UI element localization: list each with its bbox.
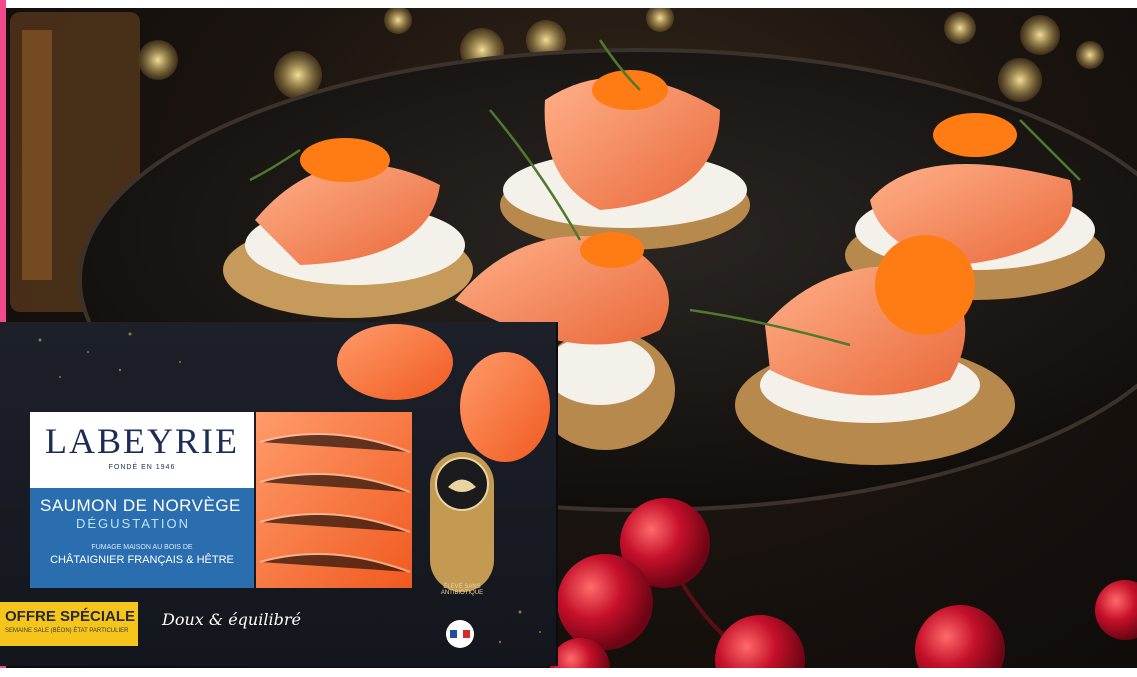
antibiotic-claim: ÉLEVÉ SANS ANTIBIOTIQUE <box>440 584 484 596</box>
brand-name: LABEYRIE <box>45 421 239 461</box>
smoke-description: FUMAGE MAISON AU BOIS DE <box>91 544 193 551</box>
top-border <box>6 0 1137 8</box>
berries <box>550 498 1137 677</box>
product-subtitle: DÉGUSTATION <box>76 516 190 531</box>
brand-founded: FONDÉ EN 1946 <box>108 464 176 471</box>
brand-logo: LABEYRIE FONDÉ EN 1946 <box>30 412 254 488</box>
product-title: SAUMON DE NORVÈGE <box>40 496 241 515</box>
offer-subtext: SEMAINE SALE (BÉON) ÉTAT PARTICULIER <box>5 628 129 634</box>
offer-title: OFFRE SPÉCIALE <box>5 608 136 625</box>
product-title-panel: SAUMON DE NORVÈGE DÉGUSTATION FUMAGE MAI… <box>30 488 254 588</box>
bottom-border <box>0 668 1137 677</box>
wood-description: CHÂTAIGNIER FRANÇAIS & HÊTRE <box>50 554 234 566</box>
product-tagline: Doux & équilibré <box>162 610 301 629</box>
promo-scene: LABEYRIE FONDÉ EN 1946 SAUMON DE NORVÈGE… <box>0 0 1137 677</box>
special-offer-badge: OFFRE SPÉCIALE SEMAINE SALE (BÉON) ÉTAT … <box>0 602 138 646</box>
